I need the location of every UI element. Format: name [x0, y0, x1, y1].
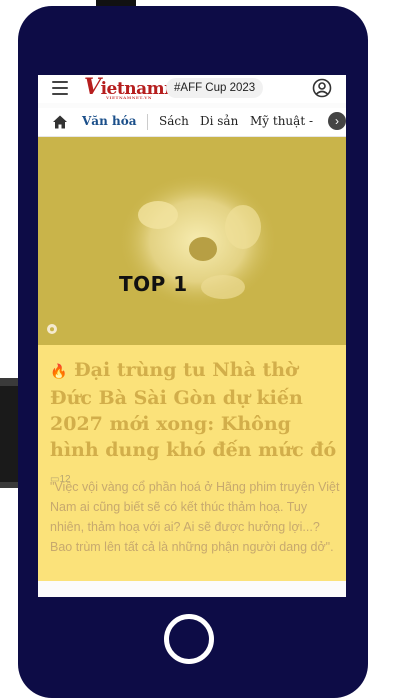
category-divider: [147, 114, 148, 130]
hero-image[interactable]: [38, 137, 346, 345]
article-description: "Việc vội vàng cổ phần hoá ở Hãng phim t…: [50, 480, 340, 554]
hero-image-art: [38, 137, 346, 345]
top-bar: Vietnamnet VIETNAMNET.VN #AFF Cup 2023: [38, 75, 346, 103]
article-card[interactable]: 🔥 Đại trùng tu Nhà thờ Đức Bà Sài Gòn dự…: [38, 345, 346, 581]
category-bar: Văn hóa Sách Di sản Mỹ thuật - ›: [38, 108, 346, 137]
home-icon[interactable]: [52, 114, 68, 130]
top-rank-label: TOP 1: [119, 272, 188, 296]
hashtag-chip[interactable]: #AFF Cup 2023: [166, 78, 264, 98]
category-di-san[interactable]: Di sản: [200, 114, 238, 128]
camera-icon: [47, 324, 57, 334]
article-title[interactable]: 🔥 Đại trùng tu Nhà thờ Đức Bà Sài Gòn dự…: [50, 357, 340, 493]
category-sach[interactable]: Sách: [159, 114, 189, 128]
category-van-hoa[interactable]: Văn hóa: [82, 114, 137, 128]
category-my-thuat[interactable]: Mỹ thuật -: [250, 114, 313, 128]
logo-initial: V: [84, 75, 101, 100]
bottom-strip: [38, 581, 346, 597]
article-title-text: Đại trùng tu Nhà thờ Đức Bà Sài Gòn dự k…: [50, 359, 337, 461]
chevron-right-icon[interactable]: ›: [328, 112, 346, 130]
hamburger-icon[interactable]: [52, 81, 68, 95]
phone-screen: Vietnamnet VIETNAMNET.VN #AFF Cup 2023 V…: [38, 75, 346, 597]
home-button[interactable]: [164, 614, 214, 664]
user-circle-icon[interactable]: [312, 78, 332, 98]
fire-icon: 🔥: [50, 364, 68, 380]
